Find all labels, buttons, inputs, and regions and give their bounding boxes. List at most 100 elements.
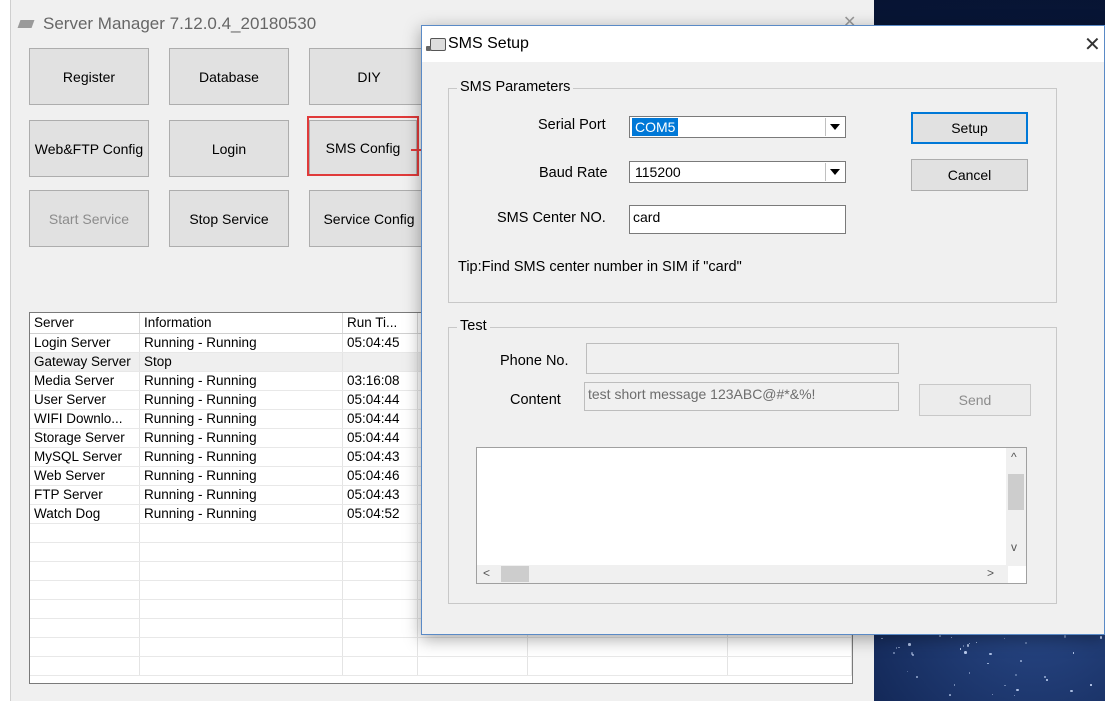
table-cell: Media Server: [30, 372, 140, 390]
sms-center-input[interactable]: card: [629, 205, 846, 234]
table-cell: [30, 600, 140, 618]
table-row[interactable]: [30, 638, 852, 657]
scroll-right-icon[interactable]: >: [987, 566, 994, 580]
table-cell: 05:04:52: [343, 505, 418, 523]
table-cell: FTP Server: [30, 486, 140, 504]
table-cell: Watch Dog: [30, 505, 140, 523]
star-dot: [1045, 678, 1048, 681]
column-header-information[interactable]: Information: [140, 313, 343, 333]
table-cell: Running - Running: [140, 429, 343, 447]
content-input[interactable]: test short message 123ABC@#*&%!: [584, 382, 899, 411]
table-cell: 05:04:44: [343, 410, 418, 428]
table-cell: 05:04:43: [343, 486, 418, 504]
scroll-up-icon[interactable]: ^: [1011, 450, 1017, 464]
table-row[interactable]: [30, 657, 852, 676]
star-dot: [1072, 652, 1074, 654]
table-cell: [343, 353, 418, 371]
table-cell: Running - Running: [140, 391, 343, 409]
table-cell: Running - Running: [140, 486, 343, 504]
stop-service-button[interactable]: Stop Service: [169, 190, 289, 247]
table-cell: [140, 562, 343, 580]
phone-number-input[interactable]: [586, 343, 899, 374]
dialog-close-icon[interactable]: ✕: [1084, 32, 1101, 57]
phone-number-label: Phone No.: [500, 353, 569, 369]
register-button[interactable]: Register: [29, 48, 149, 105]
table-cell: [343, 562, 418, 580]
sms-center-tip: Tip:Find SMS center number in SIM if "ca…: [458, 259, 742, 275]
table-cell: [343, 657, 418, 675]
service-config-button[interactable]: Service Config: [309, 190, 429, 247]
horizontal-scrollbar[interactable]: < >: [477, 565, 1008, 583]
star-dot: [1099, 636, 1102, 639]
table-cell: Running - Running: [140, 505, 343, 523]
table-cell: [140, 619, 343, 637]
web-ftp-config-button[interactable]: Web&FTP Config: [29, 120, 149, 177]
table-cell: 05:04:45: [343, 334, 418, 352]
table-cell: [140, 543, 343, 561]
baud-rate-select[interactable]: 115200: [629, 161, 846, 183]
table-cell: Running - Running: [140, 372, 343, 390]
star-dot: [910, 652, 914, 655]
test-group-label: Test: [457, 318, 490, 334]
star-dot: [950, 636, 952, 638]
table-cell: [140, 581, 343, 599]
start-service-button[interactable]: Start Service: [29, 190, 149, 247]
star-dot: [962, 645, 964, 647]
dialog-titlebar: SMS Setup ✕: [422, 26, 1104, 62]
star-dot: [1043, 675, 1046, 678]
star-dot: [1020, 660, 1022, 662]
star-dot: [908, 643, 911, 646]
setup-button[interactable]: Setup: [911, 112, 1028, 144]
main-title: Server Manager 7.12.0.4_20180530: [43, 14, 317, 33]
table-cell: [343, 543, 418, 561]
table-cell: [140, 657, 343, 675]
table-cell: 05:04:44: [343, 391, 418, 409]
chevron-down-icon[interactable]: [825, 163, 844, 181]
table-cell: Storage Server: [30, 429, 140, 447]
main-titlebar: Server Manager 7.12.0.4_20180530: [17, 14, 316, 34]
star-dot: [987, 662, 989, 664]
table-cell: [528, 657, 728, 675]
database-button[interactable]: Database: [169, 48, 289, 105]
table-cell: Running - Running: [140, 467, 343, 485]
table-cell: [140, 524, 343, 542]
serial-port-label: Serial Port: [538, 117, 606, 133]
send-button[interactable]: Send: [919, 384, 1031, 416]
table-cell: Web Server: [30, 467, 140, 485]
vertical-scroll-thumb[interactable]: [1008, 474, 1024, 510]
table-cell: 03:16:08: [343, 372, 418, 390]
cancel-button[interactable]: Cancel: [911, 159, 1028, 191]
content-label: Content: [510, 392, 561, 408]
table-cell: User Server: [30, 391, 140, 409]
dialog-title: SMS Setup: [448, 35, 529, 52]
star-dot: [898, 646, 900, 648]
table-cell: [30, 619, 140, 637]
scroll-left-icon[interactable]: <: [483, 566, 490, 580]
chevron-down-icon[interactable]: [825, 118, 844, 136]
sms-setup-dialog: SMS Setup ✕ SMS Parameters Serial Port C…: [421, 25, 1105, 635]
table-cell: 05:04:44: [343, 429, 418, 447]
vertical-scrollbar[interactable]: ^ v: [1006, 448, 1026, 566]
table-cell: [343, 638, 418, 656]
login-button[interactable]: Login: [169, 120, 289, 177]
table-cell: [528, 638, 728, 656]
table-cell: 05:04:46: [343, 467, 418, 485]
baud-rate-value: 115200: [635, 164, 681, 180]
star-dot: [964, 651, 967, 654]
table-cell: WIFI Downlo...: [30, 410, 140, 428]
table-cell: [30, 524, 140, 542]
sms-log-textarea[interactable]: ^ v < >: [476, 447, 1027, 584]
star-dot: [916, 676, 918, 678]
table-cell: [343, 524, 418, 542]
column-header-run-time[interactable]: Run Ti...: [343, 313, 418, 333]
table-cell: [418, 638, 528, 656]
column-header-server[interactable]: Server: [30, 313, 140, 333]
diy-button[interactable]: DIY: [309, 48, 429, 105]
serial-port-select[interactable]: COM5: [629, 116, 846, 138]
scroll-down-icon[interactable]: v: [1011, 540, 1017, 554]
table-cell: Running - Running: [140, 448, 343, 466]
table-cell: [30, 562, 140, 580]
table-cell: [140, 600, 343, 618]
table-cell: [343, 600, 418, 618]
horizontal-scroll-thumb[interactable]: [501, 566, 529, 582]
